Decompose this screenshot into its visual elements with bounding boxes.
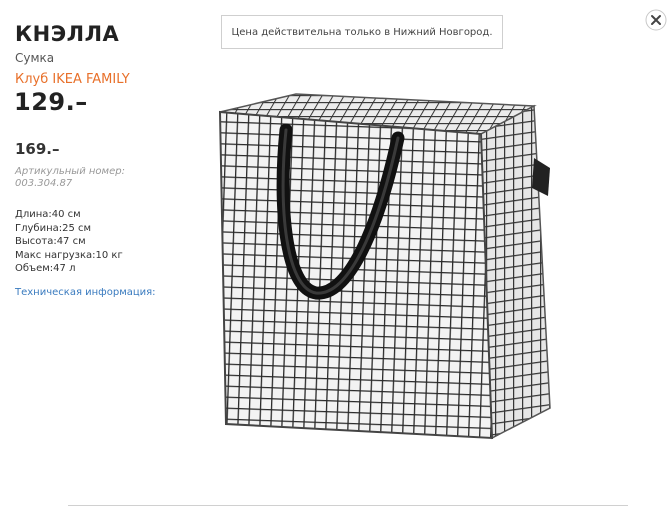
product-name: КНЭЛЛА bbox=[15, 22, 120, 46]
family-price: 129.– bbox=[14, 88, 88, 116]
spec-max-load: Макс нагрузка:10 кг bbox=[15, 249, 123, 261]
bottom-divider bbox=[68, 505, 628, 506]
close-icon bbox=[645, 9, 667, 31]
technical-info-link[interactable]: Техническая информация: bbox=[15, 287, 156, 298]
product-type: Сумка bbox=[15, 51, 55, 65]
article-number: Артикульный номер: 003.304.87 bbox=[15, 166, 135, 190]
spec-length: Длина:40 см bbox=[15, 209, 81, 220]
spec-depth: Глубина:25 см bbox=[15, 222, 92, 234]
family-club-label: Клуб IKEA FAMILY bbox=[15, 72, 130, 87]
close-button[interactable] bbox=[645, 9, 667, 31]
bag-front-face bbox=[218, 110, 494, 440]
product-image bbox=[218, 93, 551, 440]
bag-side-face bbox=[480, 104, 551, 440]
spec-volume: Объем:47 л bbox=[15, 263, 76, 274]
article-label: Артикульный номер: bbox=[15, 166, 125, 177]
regular-price: 169.– bbox=[15, 140, 60, 158]
spec-height: Высота:47 см bbox=[15, 236, 86, 247]
specs-list: Длина:40 см Глубина:25 см Высота:47 см М… bbox=[15, 208, 123, 276]
price-notice: Цена действительна только в Нижний Новго… bbox=[221, 15, 503, 49]
article-value: 003.304.87 bbox=[15, 178, 73, 189]
